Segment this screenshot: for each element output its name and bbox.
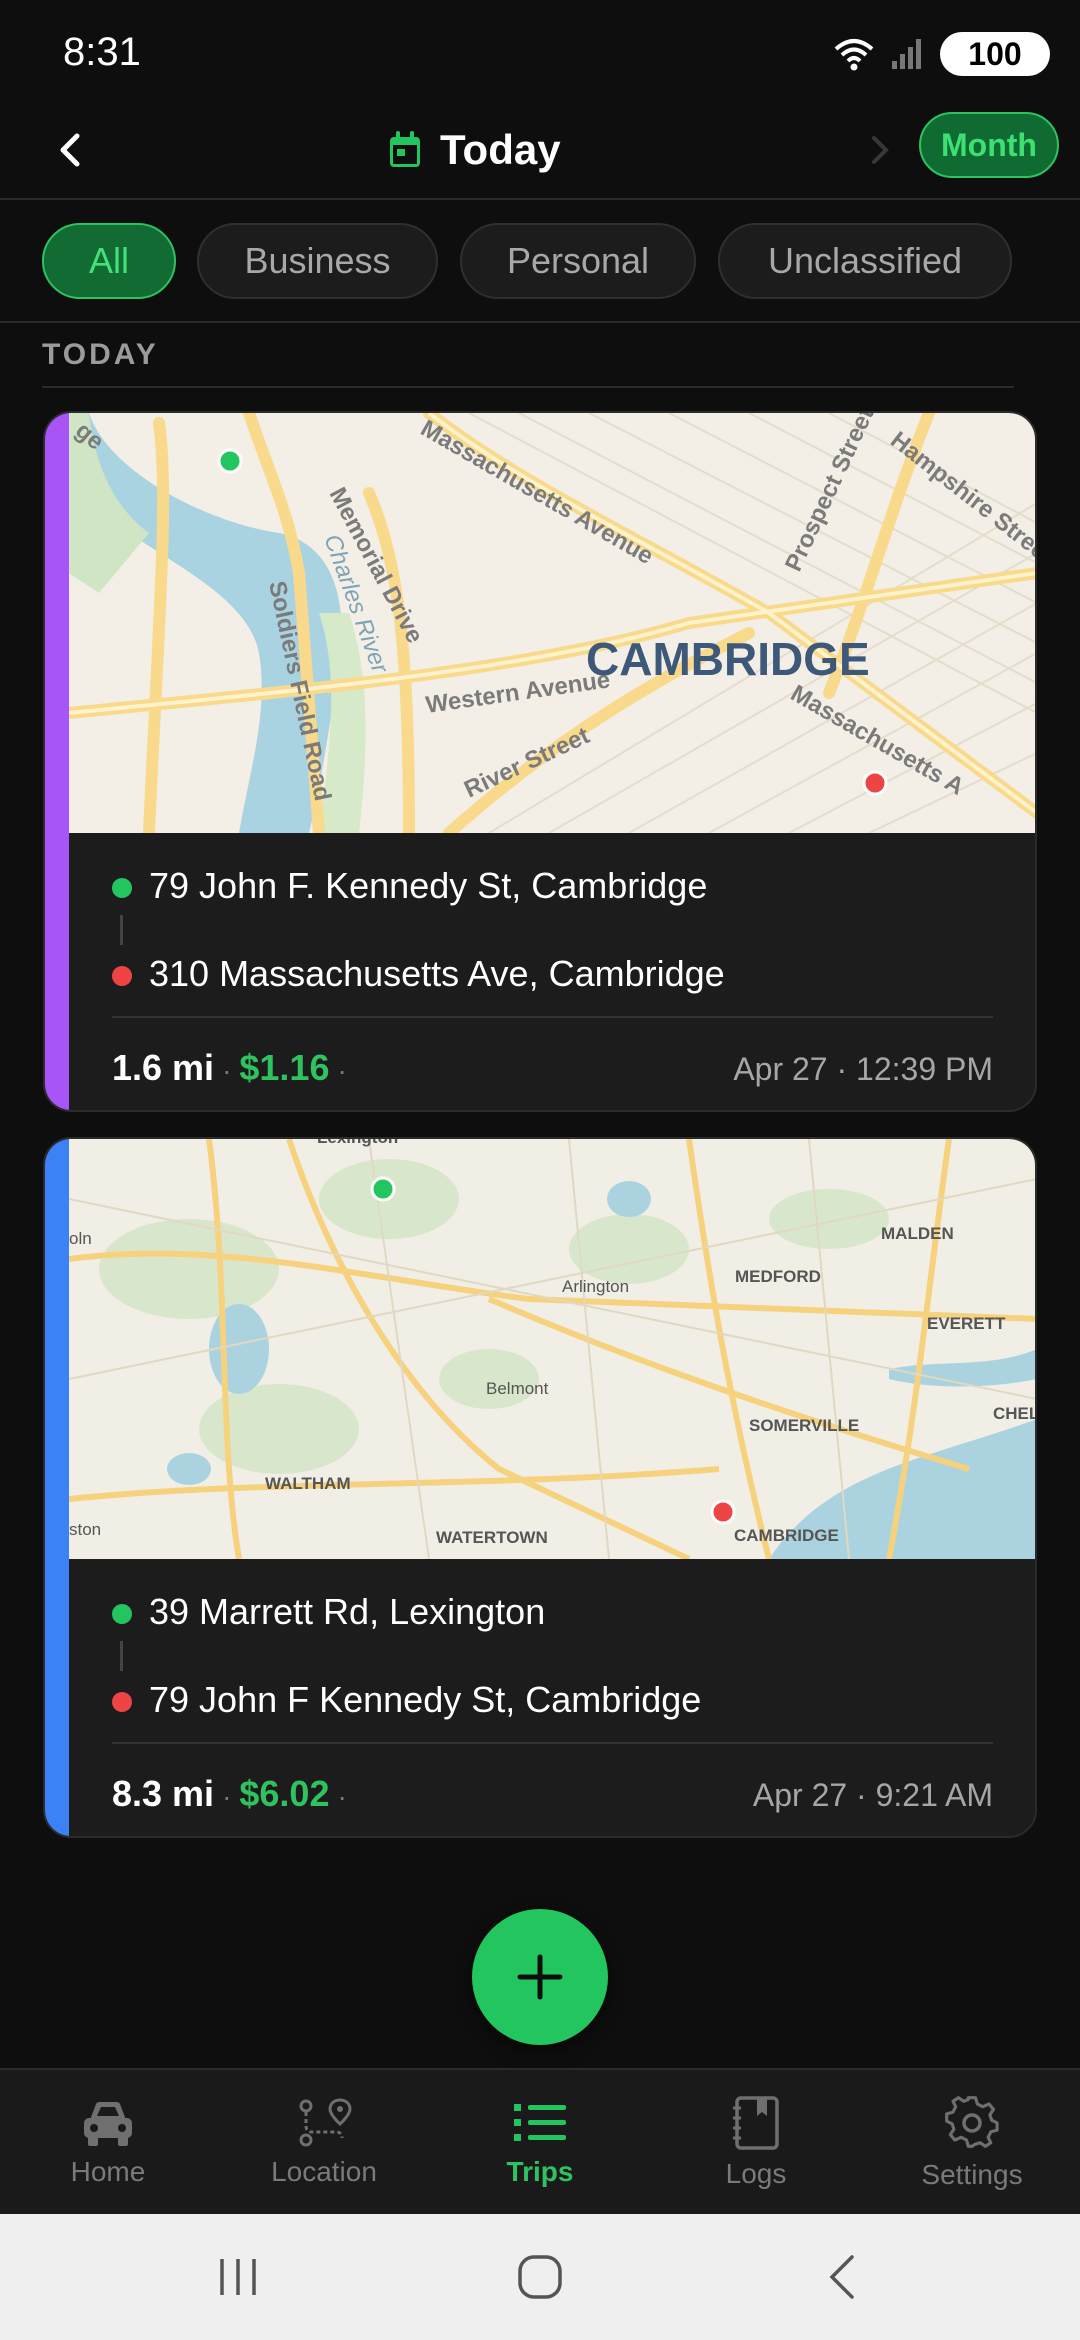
- end-marker-icon: [112, 1692, 132, 1712]
- map-place-label: ston: [69, 1520, 101, 1539]
- system-navigation-bar: [0, 2214, 1080, 2340]
- back-button[interactable]: [40, 120, 100, 180]
- list-icon: [514, 2104, 566, 2141]
- plus-icon: [517, 1954, 563, 2000]
- trip-cost: $1.16: [239, 1047, 330, 1088]
- nav-label: Location: [271, 2156, 377, 2187]
- map-place-label: Lexington: [317, 1139, 398, 1147]
- add-trip-button[interactable]: [472, 1909, 608, 2045]
- trip-start-address: 39 Marrett Rd, Lexington: [149, 1591, 546, 1632]
- system-back-button[interactable]: [802, 2242, 882, 2312]
- trip-summary: 1.6 mi · $1.16 ·: [112, 1047, 347, 1088]
- month-button[interactable]: Month: [919, 112, 1059, 178]
- map-place-label: CHEL: [993, 1404, 1037, 1423]
- map-place-label: MALDEN: [881, 1224, 954, 1243]
- section-header: TODAY: [42, 338, 159, 371]
- nav-label: Logs: [725, 2158, 787, 2189]
- map-place-label: Arlington: [562, 1277, 629, 1296]
- section-divider: [42, 386, 1014, 388]
- trip-end-address: 310 Massachusetts Ave, Cambridge: [149, 953, 725, 994]
- start-marker-icon: [112, 878, 132, 898]
- route-connector: [120, 1641, 123, 1671]
- nav-settings[interactable]: Settings: [864, 2070, 1080, 2216]
- wifi-icon: [834, 39, 874, 71]
- trip-category-stripe: [45, 413, 69, 1110]
- trip-map: Massachusetts Avenue Memorial Drive Char…: [69, 413, 1035, 833]
- nav-label: Trips: [506, 2156, 574, 2187]
- next-button[interactable]: [850, 120, 910, 180]
- end-marker-icon: [112, 966, 132, 986]
- filter-personal[interactable]: Personal: [460, 223, 696, 299]
- nav-home[interactable]: Home: [0, 2070, 216, 2216]
- nav-trips[interactable]: Trips: [432, 2070, 648, 2216]
- map-place-label: WALTHAM: [265, 1474, 351, 1493]
- trip-category-stripe: [45, 1139, 69, 1836]
- car-icon: [84, 2102, 132, 2146]
- chevron-left-icon: [60, 133, 80, 167]
- trip-end-address: 79 John F Kennedy St, Cambridge: [149, 1679, 702, 1720]
- filter-bar: All Business Personal Unclassified: [0, 201, 1080, 323]
- filter-unclassified[interactable]: Unclassified: [718, 223, 1012, 299]
- recent-apps-button[interactable]: [198, 2242, 278, 2312]
- map-place-label: MEDFORD: [735, 1267, 821, 1286]
- chevron-right-icon: [872, 136, 889, 164]
- trip-summary: 8.3 mi · $6.02 ·: [112, 1773, 347, 1814]
- trip-datetime: Apr 27 · 9:21 AM: [752, 1777, 993, 1813]
- signal-icon: [892, 39, 921, 69]
- trip-distance: 1.6 mi: [112, 1047, 215, 1088]
- bottom-navigation: Home Location Trips Logs Settings: [0, 2068, 1080, 2214]
- status-bar: 8:31 100: [0, 0, 1080, 100]
- map-place-label: oln: [69, 1229, 92, 1248]
- top-bar: Today: [0, 100, 1080, 200]
- nav-label: Home: [70, 2156, 146, 2187]
- trip-distance: 8.3 mi: [112, 1773, 215, 1814]
- card-divider: [112, 1016, 993, 1018]
- battery-indicator: 100: [940, 32, 1050, 76]
- calendar-icon: [390, 131, 420, 167]
- page-title: Today: [440, 126, 561, 173]
- map-place-label: Belmont: [486, 1379, 549, 1398]
- nav-logs[interactable]: Logs: [648, 2070, 864, 2216]
- map-place-label: WATERTOWN: [436, 1528, 548, 1547]
- card-divider: [112, 1742, 993, 1744]
- trip-map: Lexington MALDEN MEDFORD Arlington EVERE…: [69, 1139, 1037, 1559]
- status-time: 8:31: [63, 30, 141, 74]
- logbook-icon: [733, 2096, 779, 2150]
- map-city-label: CAMBRIDGE: [586, 633, 870, 685]
- status-icons: 100: [834, 28, 1050, 80]
- home-circle-icon: [518, 2255, 562, 2299]
- back-arrow-icon: [829, 2255, 854, 2299]
- gear-icon: [945, 2096, 999, 2148]
- recents-icon: [220, 2259, 256, 2295]
- nav-label: Settings: [921, 2159, 1023, 2190]
- trip-start-address: 79 John F. Kennedy St, Cambridge: [149, 865, 708, 906]
- date-selector[interactable]: Today: [388, 120, 561, 180]
- trip-cost: $6.02: [239, 1773, 330, 1814]
- home-system-button[interactable]: [500, 2242, 580, 2312]
- trip-datetime: Apr 27 · 12:39 PM: [733, 1051, 993, 1087]
- map-place-label: CAMBRIDGE: [734, 1526, 839, 1545]
- filter-all[interactable]: All: [42, 223, 176, 299]
- map-place-label: EVERETT: [927, 1314, 1006, 1333]
- nav-location[interactable]: Location: [216, 2070, 432, 2216]
- trip-card[interactable]: Lexington MALDEN MEDFORD Arlington EVERE…: [43, 1137, 1037, 1838]
- map-place-label: SOMERVILLE: [749, 1416, 859, 1435]
- start-marker-icon: [112, 1604, 132, 1624]
- route-connector: [120, 915, 123, 945]
- trip-card[interactable]: Massachusetts Avenue Memorial Drive Char…: [43, 411, 1037, 1112]
- filter-business[interactable]: Business: [197, 223, 438, 299]
- route-icon: [299, 2098, 352, 2147]
